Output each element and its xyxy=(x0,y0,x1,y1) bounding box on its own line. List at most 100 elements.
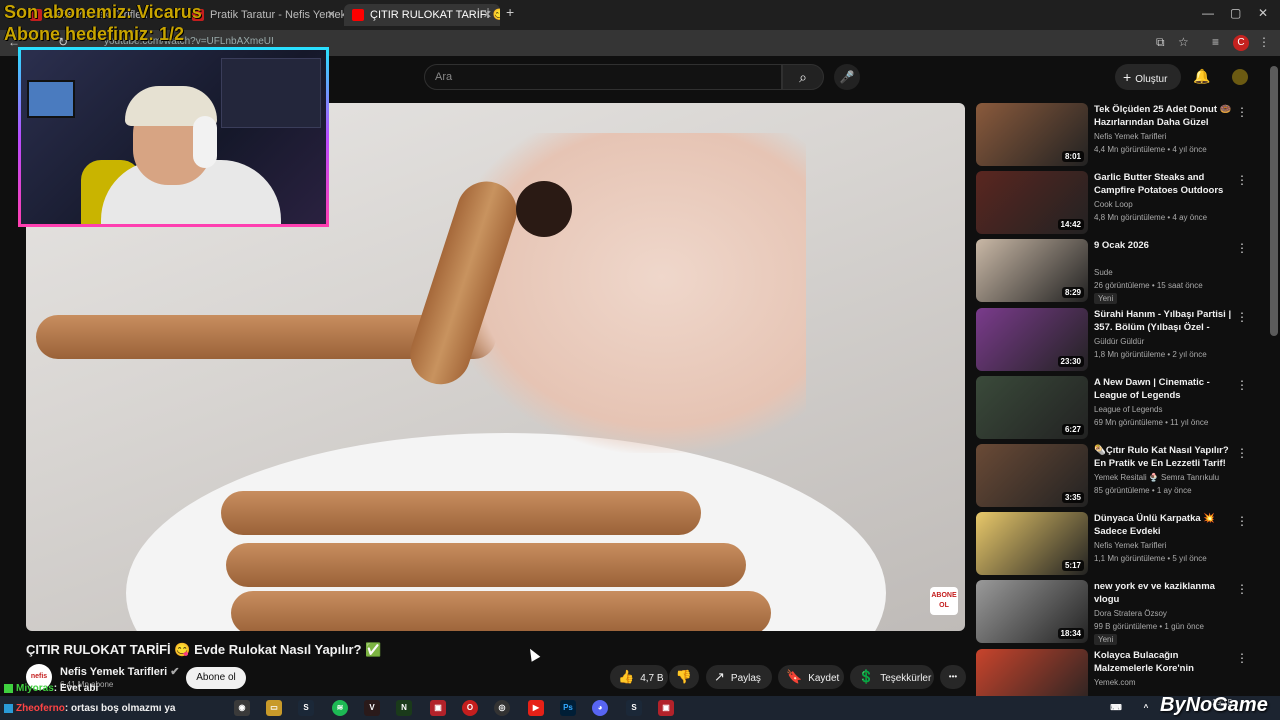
channel-name[interactable]: Nefis Yemek Tarifleri ✔ xyxy=(60,665,180,678)
youtube-taskbar-icon[interactable]: ▶ xyxy=(528,700,544,716)
recommendation-title[interactable]: 9 Ocak 2026 xyxy=(1094,239,1234,252)
chat-badge-icon xyxy=(4,683,13,693)
more-options-icon[interactable]: ⋮ xyxy=(1236,241,1248,255)
chrome-taskbar-icon[interactable]: ◉ xyxy=(234,700,250,716)
thanks-button[interactable]: 💲 Teşekkürler xyxy=(850,665,934,689)
account-avatar[interactable] xyxy=(1232,69,1248,85)
recommendation-title[interactable]: new york ev ve kaziklanma vlogu xyxy=(1094,580,1234,606)
more-options-icon[interactable]: ⋮ xyxy=(1236,173,1248,187)
recommendation-thumbnail[interactable]: 8:01 xyxy=(976,103,1088,166)
close-window-button[interactable]: ✕ xyxy=(1258,6,1268,20)
video-title: ÇITIR RULOKAT TARİFİ 😋 Evde Rulokat Nası… xyxy=(26,642,382,657)
valorant-taskbar-icon[interactable]: V xyxy=(364,700,380,716)
recommendation-item[interactable]: 8:29 9 Ocak 2026 Sude 26 görüntüleme • 15 s… xyxy=(976,239,1266,304)
recommendation-channel[interactable]: Güldür Güldür xyxy=(1094,337,1144,346)
close-tab-icon[interactable]: ✕ xyxy=(483,4,492,26)
more-options-icon[interactable]: ⋮ xyxy=(1236,310,1248,324)
more-options-icon[interactable]: ⋮ xyxy=(1236,514,1248,528)
discord-taskbar-icon[interactable]: ◕ xyxy=(592,700,608,716)
recommendation-channel[interactable]: Nefis Yemek Tarifleri xyxy=(1094,132,1166,141)
recommendation-channel[interactable]: Yemek.com xyxy=(1094,678,1136,687)
more-options-icon[interactable]: ⋮ xyxy=(1236,651,1248,665)
verified-icon: ✔ xyxy=(170,666,180,678)
recommendation-item[interactable]: 23:30 Sürahi Hanım - Yılbaşı Partisi | 35… xyxy=(976,308,1266,372)
more-options-icon[interactable]: ⋮ xyxy=(1236,582,1248,596)
recommendation-channel[interactable]: Nefis Yemek Tarifleri xyxy=(1094,541,1166,550)
subscribe-button[interactable]: Abone ol xyxy=(186,667,246,689)
notifications-bell-icon[interactable]: 🔔 xyxy=(1193,68,1210,85)
close-tab-icon[interactable]: ✕ xyxy=(327,4,336,26)
dislike-button[interactable]: 👎 xyxy=(669,665,699,689)
recommendation-thumbnail[interactable]: 5:17 xyxy=(976,512,1088,575)
recommendation-thumbnail[interactable]: 6:27 xyxy=(976,376,1088,439)
save-button[interactable]: 🔖 Kaydet xyxy=(778,665,844,689)
recommendation-channel[interactable]: Dora Stratera Özsoy xyxy=(1094,609,1167,618)
recommendation-channel[interactable]: Cook Loop xyxy=(1094,200,1133,209)
app2-taskbar-icon[interactable]: ▣ xyxy=(658,700,674,716)
keyboard-tray-icon[interactable]: ⌨ xyxy=(1108,700,1124,716)
maximize-button[interactable]: ▢ xyxy=(1230,6,1241,20)
recommendation-title[interactable]: Dünyaca Ünlü Karpatka 💥 Sadece Evdeki Ma… xyxy=(1094,512,1234,538)
recommendation-title[interactable]: Sürahi Hanım - Yılbaşı Partisi | 357. Bö… xyxy=(1094,308,1234,334)
steam2-taskbar-icon[interactable]: S xyxy=(626,700,642,716)
recommendation-channel[interactable]: Yemek Resitali 🍨 Semra Tanrıkulu xyxy=(1094,473,1219,482)
voice-search-button[interactable]: 🎤 xyxy=(834,64,860,90)
obs-taskbar-icon[interactable]: ◎ xyxy=(494,700,510,716)
new-tab-button[interactable]: + xyxy=(506,4,514,20)
recommendation-item[interactable]: 8:01 Tek Ölçüden 25 Adet Donut 🍩 Hazırlar… xyxy=(976,103,1266,167)
like-button[interactable]: 👍 4,7 B xyxy=(610,665,668,689)
subscribe-watermark-badge[interactable]: ABONE OL xyxy=(930,587,958,615)
search-input[interactable]: Ara xyxy=(424,64,782,90)
profile-avatar[interactable]: C xyxy=(1233,35,1249,51)
media-control-icon[interactable]: ≡ xyxy=(1212,35,1219,49)
steam-taskbar-icon[interactable]: S xyxy=(298,700,314,716)
page-scrollbar[interactable] xyxy=(1270,66,1278,336)
recommendation-channel[interactable]: Sude xyxy=(1094,268,1113,277)
photoshop-taskbar-icon[interactable]: Ps xyxy=(560,700,576,716)
spotify-taskbar-icon[interactable]: ≋ xyxy=(332,700,348,716)
webcam-monitor xyxy=(27,80,75,118)
explorer-taskbar-icon[interactable]: ▭ xyxy=(266,700,282,716)
chat-username: Miyoras xyxy=(16,683,54,694)
video-duration: 6:27 xyxy=(1061,424,1084,435)
chat-username: Zheoferno xyxy=(16,703,65,714)
bookmark-star-icon[interactable]: ☆ xyxy=(1178,35,1189,49)
create-button[interactable]: + Oluştur xyxy=(1115,64,1181,90)
tray-expand-icon[interactable]: ^ xyxy=(1138,700,1154,716)
recommendation-item[interactable]: 3:35 🌯Çıtır Rulo Kat Nasıl Yapılır? En Pr… xyxy=(976,444,1266,508)
install-icon[interactable]: ⧉ xyxy=(1156,35,1165,50)
search-button[interactable]: ⌕ xyxy=(782,64,824,90)
menu-kebab-icon[interactable]: ⋮ xyxy=(1258,35,1270,49)
recommendation-title[interactable]: 🌯Çıtır Rulo Kat Nasıl Yapılır? En Pratik… xyxy=(1094,444,1234,470)
more-options-icon[interactable]: ⋮ xyxy=(1236,378,1248,392)
minimize-button[interactable]: — xyxy=(1202,6,1214,20)
more-actions-button[interactable]: ••• xyxy=(940,665,966,689)
tab-label: ÇITIR RULOKAT TARİFİ 😋 xyxy=(370,9,500,21)
recommendation-title[interactable]: Kolayca Bulacağın Malzemelerle Kore'nin … xyxy=(1094,649,1234,675)
mouse-cursor-icon xyxy=(525,646,541,662)
recommendation-thumbnail[interactable]: 3:35 xyxy=(976,444,1088,507)
recommendation-item[interactable]: 5:17 Dünyaca Ünlü Karpatka 💥 Sadece Evdek… xyxy=(976,512,1266,576)
tab-active-video[interactable]: ÇITIR RULOKAT TARİFİ 😋 ✕ xyxy=(344,4,500,26)
recommendation-channel[interactable]: League of Legends xyxy=(1094,405,1163,414)
recommendation-thumbnail[interactable]: 8:29 xyxy=(976,239,1088,302)
recommendation-item[interactable]: 6:27 A New Dawn | Cinematic - League of L… xyxy=(976,376,1266,440)
recommendation-thumbnail[interactable]: 23:30 xyxy=(976,308,1088,371)
bookmark-icon: 🔖 xyxy=(786,669,803,684)
share-button[interactable]: ↗ Paylaş xyxy=(706,665,772,689)
recommendation-meta: 1,1 Mn görüntüleme • 5 yıl önce xyxy=(1094,554,1207,563)
nvidia-taskbar-icon[interactable]: N xyxy=(396,700,412,716)
recommendation-title[interactable]: Tek Ölçüden 25 Adet Donut 🍩 Hazırlarında… xyxy=(1094,103,1234,129)
opera-taskbar-icon[interactable]: O xyxy=(462,700,478,716)
recommendation-title[interactable]: A New Dawn | Cinematic - League of Legen… xyxy=(1094,376,1234,402)
recommendation-title[interactable]: Garlic Butter Steaks and Campfire Potato… xyxy=(1094,171,1234,197)
recommendation-item[interactable]: 14:42 Garlic Butter Steaks and Campfire P… xyxy=(976,171,1266,235)
search-placeholder: Ara xyxy=(435,71,453,83)
recommendation-item[interactable]: 18:34 new york ev ve kaziklanma vlogu Dora… xyxy=(976,580,1266,645)
recommendation-thumbnail[interactable]: 18:34 xyxy=(976,580,1088,643)
recommendation-thumbnail[interactable]: 14:42 xyxy=(976,171,1088,234)
app-taskbar-icon[interactable]: ▣ xyxy=(430,700,446,716)
tab-taratur[interactable]: Pratik Taratur - Nefis Yemek Ta ✕ xyxy=(184,4,344,26)
more-options-icon[interactable]: ⋮ xyxy=(1236,446,1248,460)
more-options-icon[interactable]: ⋮ xyxy=(1236,105,1248,119)
